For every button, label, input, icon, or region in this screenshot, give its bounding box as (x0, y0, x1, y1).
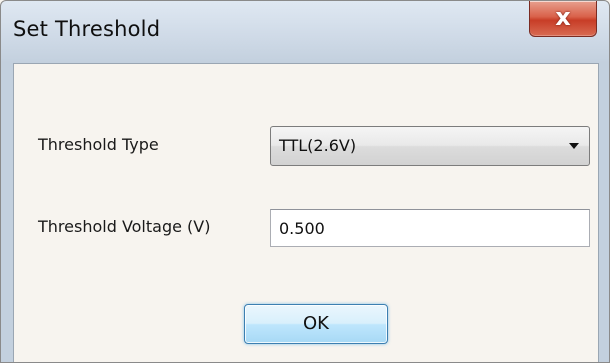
title-bar[interactable]: Set Threshold x (1, 1, 609, 61)
set-threshold-dialog: Set Threshold x Threshold Type TTL(2.6V)… (0, 0, 610, 363)
dialog-content: Threshold Type TTL(2.6V) Threshold Volta… (13, 63, 599, 362)
close-button[interactable]: x (529, 1, 597, 37)
threshold-type-select[interactable]: TTL(2.6V) (270, 126, 590, 166)
chevron-down-icon[interactable] (569, 143, 579, 149)
ok-button[interactable]: OK (244, 304, 388, 344)
dialog-title: Set Threshold (13, 17, 161, 41)
threshold-voltage-label: Threshold Voltage (V) (38, 217, 211, 236)
threshold-voltage-input[interactable] (270, 209, 590, 247)
threshold-type-value: TTL(2.6V) (279, 136, 357, 155)
threshold-type-label: Threshold Type (38, 135, 159, 154)
close-icon: x (555, 3, 571, 31)
